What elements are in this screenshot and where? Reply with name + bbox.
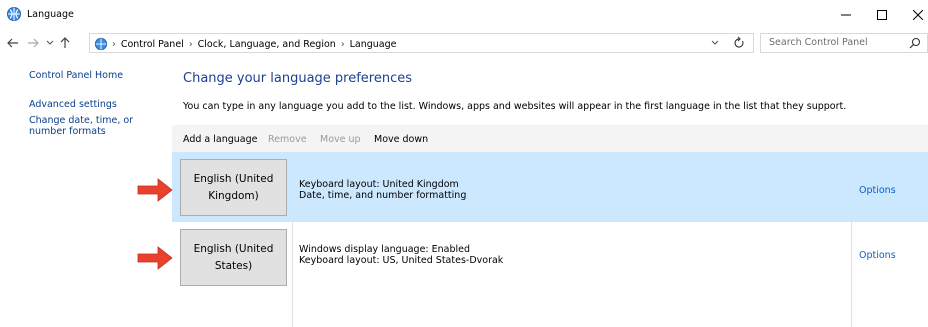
- language-name: English (United States): [193, 242, 274, 272]
- language-detail-line: Date, time, and number formatting: [299, 190, 467, 201]
- sidebar-item-change-date-time-formats[interactable]: Change date, time, or number formats: [29, 115, 167, 137]
- recent-locations-button[interactable]: [44, 34, 56, 52]
- sidebar-item-control-panel-home[interactable]: Control Panel Home: [29, 70, 174, 81]
- language-tile-en-us[interactable]: English (United States): [180, 229, 287, 286]
- language-detail-line: Keyboard layout: US, United States-Dvora…: [299, 255, 504, 266]
- search-placeholder: Search Control Panel: [769, 37, 868, 48]
- breadcrumb: › Control Panel › Clock, Language, and R…: [94, 37, 397, 51]
- language-tile-en-gb[interactable]: English (United Kingdom): [180, 159, 287, 216]
- language-name: English (United Kingdom): [193, 172, 274, 202]
- close-button[interactable]: [900, 0, 928, 30]
- left-navigation: Control Panel Home Advanced settings Cha…: [29, 70, 174, 155]
- forward-button[interactable]: [24, 34, 42, 52]
- move-up-button: Move up: [320, 134, 361, 145]
- search-control-panel-input[interactable]: Search Control Panel: [760, 33, 928, 53]
- language-details: Keyboard layout: United Kingdom Date, ti…: [299, 179, 466, 201]
- breadcrumb-control-panel[interactable]: Control Panel: [121, 39, 184, 50]
- add-language-button[interactable]: Add a language: [183, 134, 257, 145]
- address-dropdown-icon[interactable]: [711, 38, 719, 48]
- title-bar: Language: [0, 0, 928, 30]
- back-button[interactable]: [4, 34, 22, 52]
- up-button[interactable]: [58, 34, 72, 52]
- chevron-down-icon: [46, 40, 54, 45]
- breadcrumb-language[interactable]: Language: [350, 39, 397, 50]
- back-arrow-icon: [7, 38, 18, 48]
- language-row-en-us[interactable]: English (United States) Windows display …: [172, 222, 928, 292]
- options-link[interactable]: Options: [859, 250, 896, 261]
- search-icon[interactable]: [909, 37, 921, 49]
- remove-button: Remove: [268, 134, 307, 145]
- language-app-icon: [7, 7, 21, 21]
- annotation-arrow-icon: [137, 178, 173, 202]
- options-link[interactable]: Options: [859, 185, 896, 196]
- maximize-icon: [877, 10, 887, 20]
- breadcrumb-separator: ›: [188, 38, 193, 50]
- maximize-button[interactable]: [864, 0, 900, 30]
- annotation-arrow-icon: [137, 246, 173, 270]
- language-row-en-gb[interactable]: English (United Kingdom) Keyboard layout…: [172, 152, 928, 222]
- column-divider: [851, 152, 852, 222]
- control-panel-icon: [94, 37, 108, 51]
- page-description: You can type in any language you add to …: [183, 101, 847, 112]
- language-detail-line: Windows display language: Enabled: [299, 244, 471, 255]
- breadcrumb-clock-language-region[interactable]: Clock, Language, and Region: [198, 39, 336, 50]
- sidebar-item-advanced-settings[interactable]: Advanced settings: [29, 99, 174, 110]
- up-arrow-icon: [60, 37, 70, 48]
- move-down-button[interactable]: Move down: [374, 134, 428, 145]
- forward-arrow-icon: [28, 38, 39, 48]
- refresh-icon[interactable]: [733, 36, 745, 50]
- language-detail-line: Keyboard layout: United Kingdom: [299, 179, 459, 190]
- breadcrumb-separator: ›: [340, 38, 345, 50]
- minimize-button[interactable]: [828, 0, 864, 30]
- address-bar[interactable]: › Control Panel › Clock, Language, and R…: [89, 33, 754, 53]
- language-details: Windows display language: Enabled Keyboa…: [299, 244, 503, 266]
- minimize-icon: [841, 14, 851, 16]
- close-icon: [913, 10, 923, 20]
- language-toolbar: Add a language Remove Move up Move down: [172, 125, 928, 152]
- page-title: Change your language preferences: [183, 71, 413, 86]
- address-toolbar: › Control Panel › Clock, Language, and R…: [0, 30, 928, 56]
- window-title: Language: [27, 9, 74, 20]
- breadcrumb-separator: ›: [112, 38, 116, 50]
